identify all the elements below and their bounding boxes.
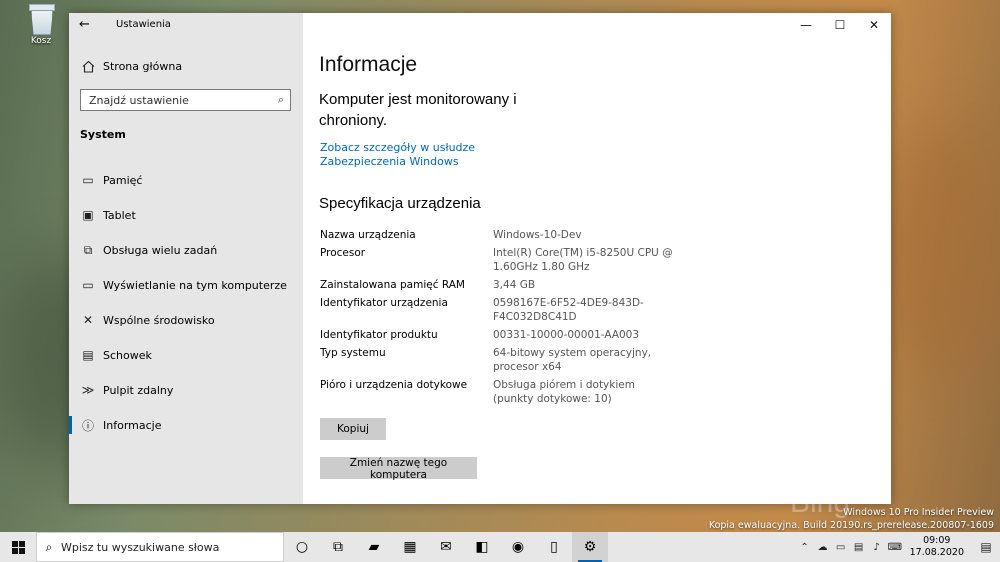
active-indicator xyxy=(69,416,72,434)
taskbar: ⌕ Wpisz tu wyszukiwane słowa ○ ⧉ ▰ ▦ ✉ ◧ ◉ ▯ ⚙ ⌃… xyxy=(0,532,1000,562)
spec-value: Obsługa piórem i dotykiem (punkty dotyko… xyxy=(493,379,635,405)
clock-time: 09:09 xyxy=(923,535,951,546)
windows-logo-icon xyxy=(11,540,25,554)
window-controls: — ☐ ✕ xyxy=(789,13,891,37)
sidebar-item-info[interactable]: ⓘ Informacje xyxy=(69,411,303,439)
file-explorer-icon[interactable]: ▰ xyxy=(356,532,392,562)
notifications-icon[interactable]: ▤ xyxy=(974,540,998,554)
sidebar-item-label: Obsługa wielu zadań xyxy=(103,243,218,257)
sidebar-item-label: Informacje xyxy=(103,418,162,432)
page-title: Informacje xyxy=(319,53,418,76)
volume-icon[interactable]: ♪ xyxy=(870,542,884,553)
search-input[interactable]: Znajdź ustawienie ⌕ xyxy=(80,89,291,111)
start-button[interactable] xyxy=(0,532,36,562)
onedrive-icon[interactable]: ☁ xyxy=(816,542,830,553)
spec-label: Nazwa urządzenia xyxy=(320,229,416,241)
sidebar-item-label: Wspólne środowisko xyxy=(103,313,215,327)
minimize-button[interactable]: — xyxy=(789,13,823,37)
spec-value: Windows-10-Dev xyxy=(493,229,582,241)
wallpaper-shape xyxy=(880,120,1000,380)
system-tray: ⌃ ☁ ▭ ▤ ♪ ⌨ 09:09 17.08.2020 ▤ xyxy=(796,532,1000,562)
spec-label: Procesor xyxy=(320,247,366,259)
window-title: Ustawienia xyxy=(116,19,171,30)
store-icon[interactable]: ▦ xyxy=(392,532,428,562)
spec-heading: Specyfikacja urządzenia xyxy=(319,195,481,212)
spec-label: Pióro i urządzenia dotykowe xyxy=(320,379,468,391)
sidebar-item-label: Schowek xyxy=(103,348,152,362)
clock-date: 17.08.2020 xyxy=(909,547,964,558)
watermark-line: Windows 10 Pro Insider Preview xyxy=(843,507,994,518)
shared-experiences-icon: ✕ xyxy=(82,313,94,327)
watermark-line: Kopia ewaluacyjna. Build 20190.rs_prerel… xyxy=(708,520,994,531)
cortana-icon[interactable]: ○ xyxy=(284,532,320,562)
sidebar: ← Ustawienia Strona główna Znajdź ustawi… xyxy=(69,13,303,504)
sidebar-item-label: Strona główna xyxy=(103,59,183,73)
recycle-bin-label: Kosz xyxy=(30,36,52,46)
spec-value: 0598167E-6F52-4DE9-843D-F4C032D8C41D xyxy=(493,297,644,323)
search-icon: ⌕ xyxy=(45,539,53,554)
taskbar-search-placeholder: Wpisz tu wyszukiwane słowa xyxy=(61,540,220,554)
settings-window: ← Ustawienia Strona główna Znajdź ustawi… xyxy=(69,13,891,504)
security-details-link[interactable]: Zobacz szczegóły w usłudze Zabezpieczeni… xyxy=(320,141,550,169)
main-content: — ☐ ✕ Informacje Komputer jest monitorow… xyxy=(303,13,891,504)
sidebar-item-label: Pulpit zdalny xyxy=(103,383,174,397)
rename-pc-button[interactable]: Zmień nazwę tego komputera xyxy=(320,457,477,481)
spec-value: Intel(R) Core(TM) i5-8250U CPU @ 1.60GHz… xyxy=(493,247,673,273)
storage-icon: ▭ xyxy=(82,173,94,187)
spec-label: Typ systemu xyxy=(320,347,386,359)
spec-value: 64-bitowy system operacyjny, procesor x6… xyxy=(493,347,652,373)
build-watermark: Windows 10 Pro Insider Preview Kopia ewa… xyxy=(709,506,994,532)
sidebar-item-clipboard[interactable]: ▤ Schowek xyxy=(69,341,303,369)
sidebar-item-remote-desktop[interactable]: ≫ Pulpit zdalny xyxy=(69,376,303,404)
spec-label: Identyfikator produktu xyxy=(320,329,438,341)
maximize-button[interactable]: ☐ xyxy=(823,13,857,37)
mail-icon[interactable]: ✉ xyxy=(428,532,464,562)
sidebar-item-label: Pamięć xyxy=(103,173,143,187)
desktop-icon-recycle-bin[interactable]: Kosz xyxy=(18,4,64,46)
sidebar-item-label: Tablet xyxy=(103,208,136,222)
recycle-bin-icon xyxy=(28,4,55,35)
search-placeholder: Znajdź ustawienie xyxy=(89,94,189,107)
sidebar-item-project[interactable]: ▭ Wyświetlanie na tym komputerze xyxy=(69,271,303,299)
phone-icon[interactable]: ▯ xyxy=(536,532,572,562)
network-icon[interactable]: ▤ xyxy=(852,542,866,553)
taskbar-search[interactable]: ⌕ Wpisz tu wyszukiwane słowa xyxy=(36,532,284,562)
sidebar-item-label: Wyświetlanie na tym komputerze xyxy=(103,278,287,292)
chevron-up-icon[interactable]: ⌃ xyxy=(798,542,812,553)
spec-label: Zainstalowana pamięć RAM xyxy=(320,279,465,291)
tablet-icon: ▣ xyxy=(82,208,94,222)
edge-canary-icon[interactable]: ◉ xyxy=(500,532,536,562)
sidebar-item-shared-experiences[interactable]: ✕ Wspólne środowisko xyxy=(69,306,303,334)
info-icon: ⓘ xyxy=(81,418,94,433)
settings-icon[interactable]: ⚙ xyxy=(572,532,608,562)
spec-label: Identyfikator urządzenia xyxy=(320,297,448,309)
sidebar-item-multitasking[interactable]: ⧉ Obsługa wielu zadań xyxy=(69,236,303,264)
spec-value: 3,44 GB xyxy=(493,279,536,291)
sidebar-item-storage[interactable]: ▭ Pamięć xyxy=(69,166,303,194)
arrow-left-icon[interactable]: ← xyxy=(79,17,90,32)
protection-status: Komputer jest monitorowany i chroniony. xyxy=(319,91,517,129)
section-heading: System xyxy=(80,128,126,141)
project-icon: ▭ xyxy=(82,278,94,292)
title-bar: ← Ustawienia xyxy=(69,13,303,37)
search-icon[interactable]: ⌕ xyxy=(278,93,284,107)
multitasking-icon: ⧉ xyxy=(83,242,93,257)
office-icon[interactable]: ◧ xyxy=(464,532,500,562)
sidebar-item-home[interactable]: Strona główna xyxy=(69,52,303,80)
language-icon[interactable]: ⌨ xyxy=(888,542,902,553)
sidebar-item-tablet[interactable]: ▣ Tablet xyxy=(69,201,303,229)
battery-icon[interactable]: ▭ xyxy=(834,542,848,553)
task-view-icon[interactable]: ⧉ xyxy=(320,532,356,562)
spec-value: 00331-10000-00001-AA003 xyxy=(493,329,640,341)
copy-button[interactable]: Kopiuj xyxy=(320,418,386,440)
home-icon xyxy=(80,58,96,74)
clipboard-icon: ▤ xyxy=(82,348,94,362)
close-button[interactable]: ✕ xyxy=(857,13,891,37)
clock[interactable]: 09:09 17.08.2020 xyxy=(910,535,964,559)
remote-desktop-icon: ≫ xyxy=(81,383,95,397)
